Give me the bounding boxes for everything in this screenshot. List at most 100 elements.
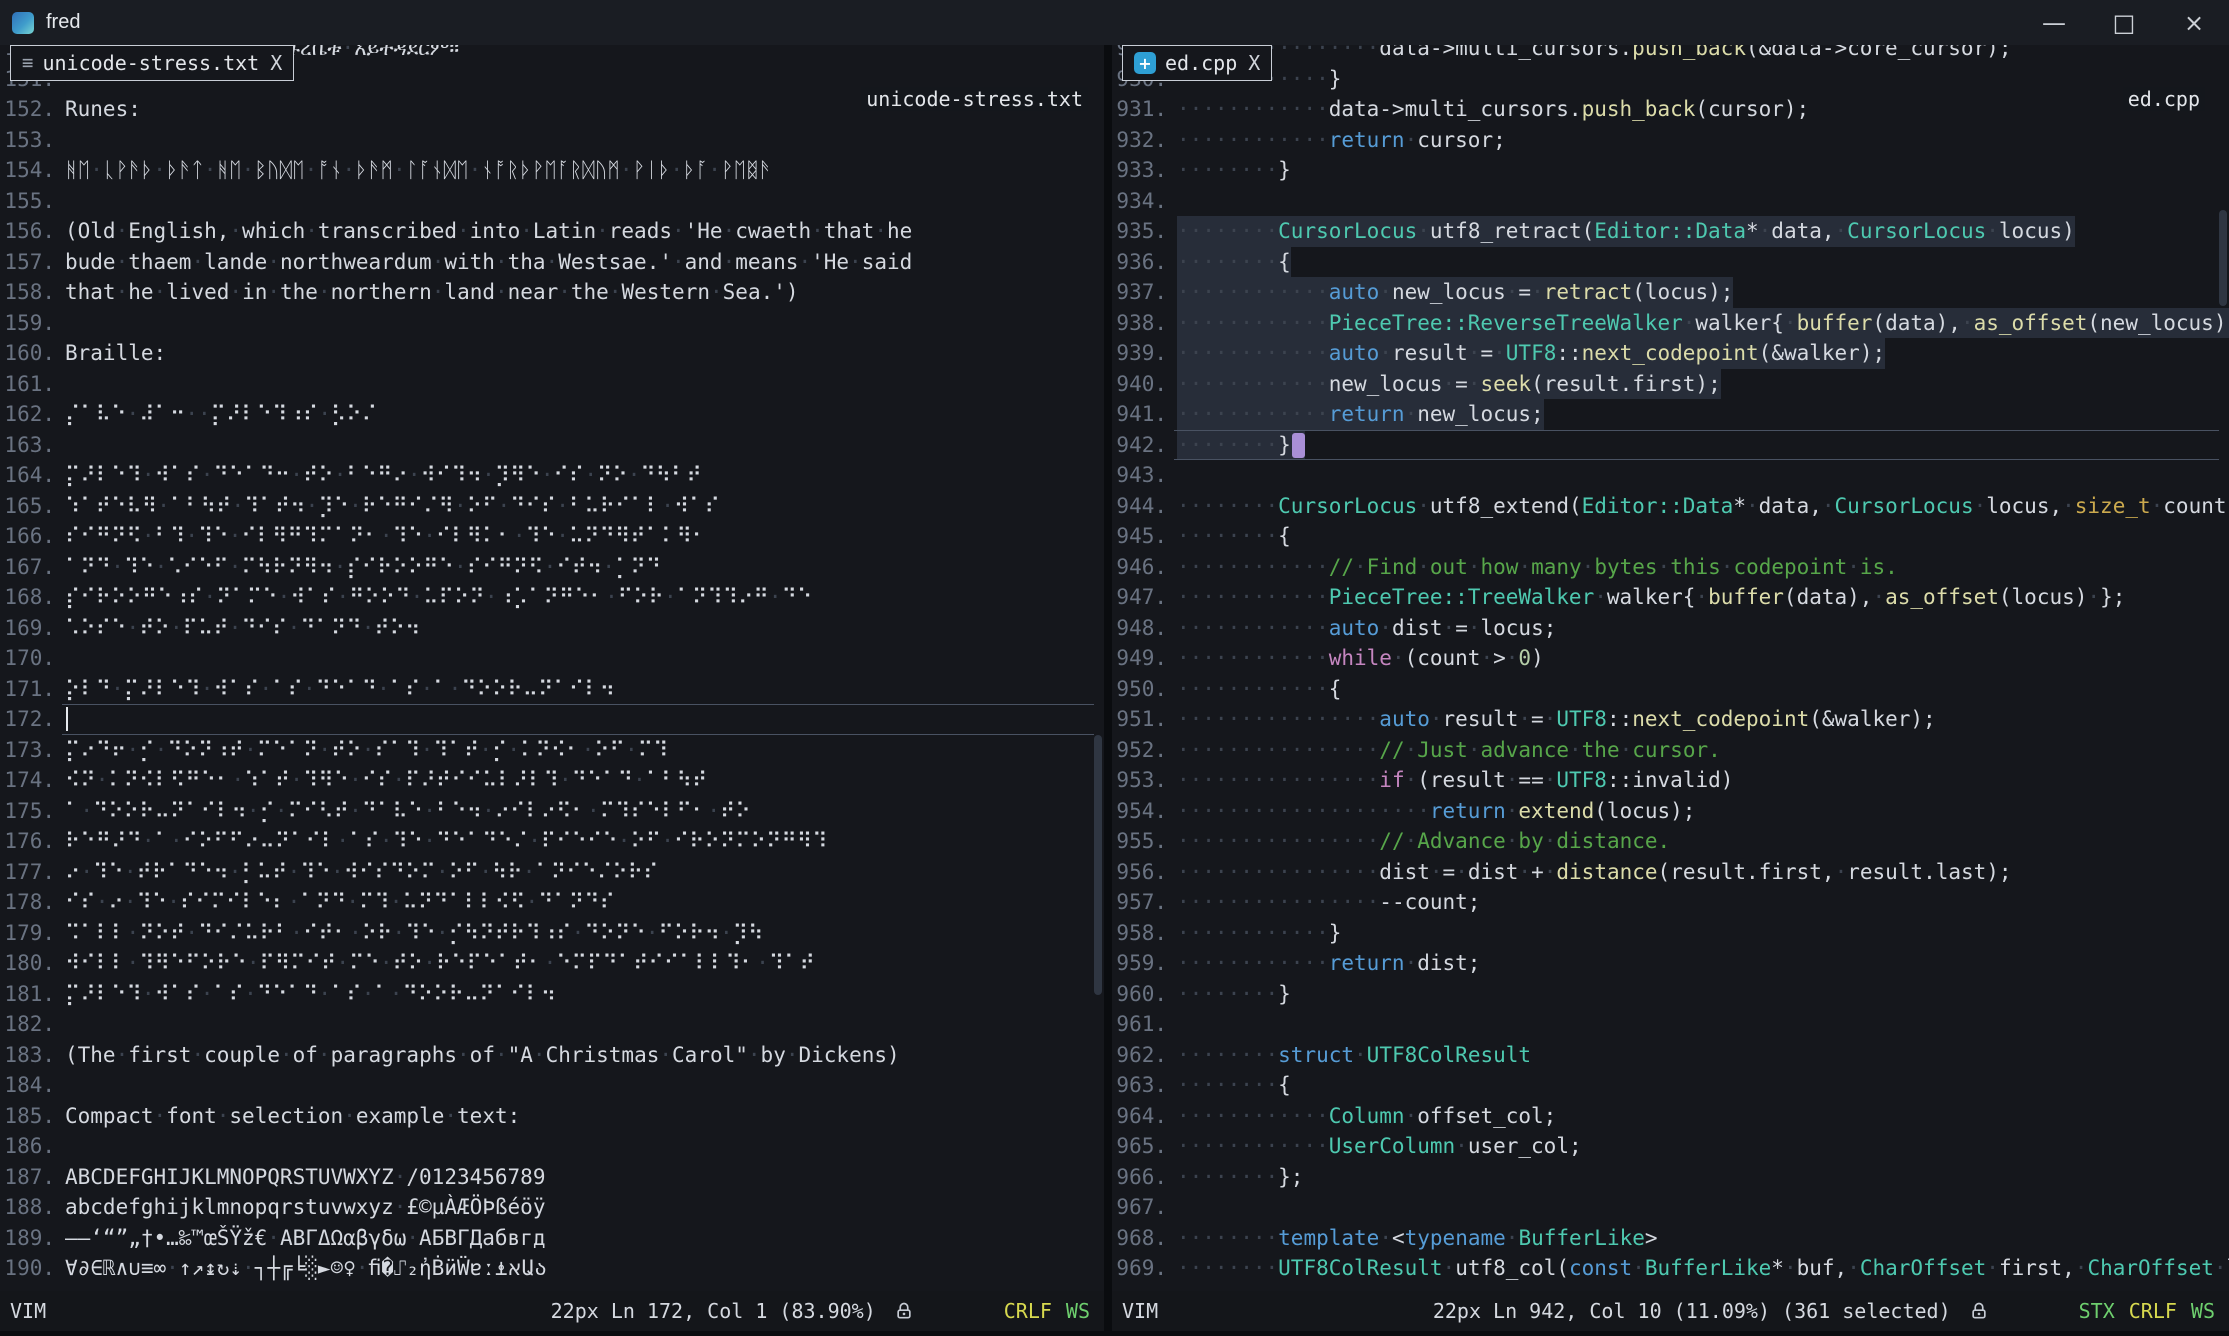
scrollbar-thumb[interactable] bbox=[1094, 735, 1102, 995]
code-line[interactable]: 966.········}; bbox=[1112, 1162, 2229, 1193]
scrollbar[interactable] bbox=[1092, 45, 1104, 1291]
tab-unicode-stress-txt[interactable]: ≡ unicode-stress.txt X bbox=[10, 45, 294, 81]
code-line[interactable]: 963.········{ bbox=[1112, 1070, 2229, 1101]
code-line[interactable]: 159. bbox=[0, 308, 1104, 339]
code-line[interactable]: 166.⠎⠊⠛⠝⠫·⠃⠹·⠹⠑·⠊⠇⠻⠛⠹⠍⠁⠝⠂·⠹⠑·⠊⠇⠻⠅⠂·⠹⠑·⠥⠝… bbox=[0, 521, 1104, 552]
code-line[interactable]: 931.············data->multi_cursors.push… bbox=[1112, 94, 2229, 125]
code-line[interactable]: 939.············auto·result·=·UTF8::next… bbox=[1112, 338, 2229, 369]
scrollbar-thumb[interactable] bbox=[2219, 210, 2227, 306]
code-line[interactable]: 962.········struct·UTF8ColResult bbox=[1112, 1040, 2229, 1071]
code-line[interactable]: 967. bbox=[1112, 1192, 2229, 1223]
code-line[interactable]: 182. bbox=[0, 1009, 1104, 1040]
code-line[interactable]: 940.············new_locus·=·seek(result.… bbox=[1112, 369, 2229, 400]
code-line[interactable]: 969.········UTF8ColResult·utf8_col(const… bbox=[1112, 1253, 2229, 1284]
code-line[interactable]: 955.················//·Advance·by·distan… bbox=[1112, 826, 2229, 857]
code-line[interactable]: 950.············{ bbox=[1112, 674, 2229, 705]
code-line[interactable]: 158.that·he·lived·in·the·northern·land·n… bbox=[0, 277, 1104, 308]
minimize-button[interactable]: — bbox=[2019, 0, 2089, 45]
code-line[interactable]: 957.················--count; bbox=[1112, 887, 2229, 918]
code-line[interactable]: 171.⡕⠇⠙·⡍⠜⠇⠑⠹·⠺⠁⠎·⠁⠎·⠙⠑⠁⠙·⠁⠎·⠁·⠙⠕⠕⠗⠤⠝⠁⠊⠇… bbox=[0, 674, 1104, 705]
code-line[interactable]: 951.················auto·result·=·UTF8::… bbox=[1112, 704, 2229, 735]
code-line[interactable]: 190.∀∂∈ℝ∧∪≡∞·↑↗↨↻⇣·┐┼╔╘░►☺♀·ﬁ�⑀₂ἠḂӥẄɐː⍎א… bbox=[0, 1253, 1104, 1284]
code-line[interactable]: 160.Braille: bbox=[0, 338, 1104, 369]
code-line[interactable]: 167.⠁⠝⠙·⠹⠑·⠡⠊⠑⠋·⠍⠳⠗⠝⠻⠲·⡎⠊⠗⠕⠕⠛⠑·⠎⠊⠛⠝⠫·⠊⠞⠲… bbox=[0, 552, 1104, 583]
code-line[interactable]: 155. bbox=[0, 186, 1104, 217]
code-line[interactable]: 960.········} bbox=[1112, 979, 2229, 1010]
code-line[interactable]: 944.········CursorLocus·utf8_extend(Edit… bbox=[1112, 491, 2229, 522]
pane-separator[interactable] bbox=[1104, 45, 1112, 1331]
code-line[interactable]: 153. bbox=[0, 125, 1104, 156]
code-line[interactable]: 154.ᚻᛖ·ᚳᚹᚫᚦ·ᚦᚫᛏ·ᚻᛖ·ᛒᚢᛞᛖ·ᚩᚾ·ᚦᚫᛗ·ᛚᚪᚾᛞᛖ·ᚾᚩᚱ… bbox=[0, 155, 1104, 186]
code-line[interactable]: 943. bbox=[1112, 460, 2229, 491]
code-line[interactable]: 184. bbox=[0, 1070, 1104, 1101]
code-line[interactable]: 946.············//·Find·out·how·many·byt… bbox=[1112, 552, 2229, 583]
code-line[interactable]: 953.················if·(result·==·UTF8::… bbox=[1112, 765, 2229, 796]
code-line[interactable]: 965.············UserColumn·user_col; bbox=[1112, 1131, 2229, 1162]
code-line[interactable]: 949.············while·(count·>·0) bbox=[1112, 643, 2229, 674]
code-line[interactable]: 178.⠊⠎·⠔·⠹⠑·⠎⠊⠍⠊⠇⠑⠆·⠁⠝⠙·⠍⠹·⠥⠝⠙⠁⠇⠇⠪⠫·⠙⠁⠝⠙… bbox=[0, 887, 1104, 918]
code-line[interactable]: 934. bbox=[1112, 186, 2229, 217]
code-line[interactable]: 169.⠡⠕⠎⠑·⠞⠕·⠏⠥⠞·⠙⠊⠎·⠙⠁⠝⠙·⠞⠕⠲ bbox=[0, 613, 1104, 644]
editor-viewport-right[interactable]: 929.················data->multi_cursors.… bbox=[1112, 45, 2229, 1291]
code-line[interactable]: 945.········{ bbox=[1112, 521, 2229, 552]
lock-icon[interactable] bbox=[894, 1301, 914, 1321]
code-line[interactable]: 163. bbox=[0, 430, 1104, 461]
code-line[interactable]: 185.Compact·font·selection·example·text: bbox=[0, 1101, 1104, 1132]
code-line[interactable]: 933.········} bbox=[1112, 155, 2229, 186]
code-line[interactable]: 959.············return·dist; bbox=[1112, 948, 2229, 979]
code-line[interactable]: 162.⡌⠁⠧⠑·⠼⠁⠒··⡍⠜⠇⠑⠹⠰⠎·⡣⠕⠌ bbox=[0, 399, 1104, 430]
line-number: 183. bbox=[0, 1040, 55, 1071]
code-line[interactable]: 941.············return·new_locus; bbox=[1112, 399, 2229, 430]
lock-icon[interactable] bbox=[1969, 1301, 1989, 1321]
tab-ed-cpp[interactable]: + ed.cpp X bbox=[1122, 45, 1272, 81]
code-line[interactable]: 183.(The·first·couple·of·paragraphs·of·"… bbox=[0, 1040, 1104, 1071]
code-line[interactable]: 181.⡍⠜⠇⠑⠹·⠺⠁⠎·⠁⠎·⠙⠑⠁⠙·⠁⠎·⠁·⠙⠕⠕⠗⠤⠝⠁⠊⠇⠲ bbox=[0, 979, 1104, 1010]
code-line[interactable]: 176.⠗⠑⠛⠜⠙·⠁·⠊⠕⠋⠋⠔⠤⠝⠁⠊⠇·⠁⠎·⠹⠑·⠙⠑⠁⠙⠑⠌·⠏⠊⠑⠊… bbox=[0, 826, 1104, 857]
code-line[interactable]: 935.········CursorLocus·utf8_retract(Edi… bbox=[1112, 216, 2229, 247]
code-line[interactable]: 952.················//·Just·advance·the·… bbox=[1112, 735, 2229, 766]
code-line[interactable]: 164.⡍⠜⠇⠑⠹·⠺⠁⠎·⠙⠑⠁⠙⠒·⠞⠕·⠃⠑⠛⠔·⠺⠊⠹⠲·⡹⠻⠑·⠊⠎·… bbox=[0, 460, 1104, 491]
code-line[interactable]: 179.⠩⠁⠇⠇·⠝⠕⠞·⠙⠊⠌⠥⠗⠃·⠊⠞⠂·⠕⠗·⠹⠑·⡊⠳⠝⠞⠗⠹⠰⠎·⠙… bbox=[0, 918, 1104, 949]
code-lines: 929.················data->multi_cursors.… bbox=[1112, 45, 2229, 1284]
code-line[interactable]: 964.············Column·offset_col; bbox=[1112, 1101, 2229, 1132]
code-line[interactable]: 929.················data->multi_cursors.… bbox=[1112, 45, 2229, 64]
code-line[interactable]: 174.⠪⠝·⠅⠝⠪⠇⠫⠛⠑⠂·⠱⠁⠞·⠹⠻⠑·⠊⠎·⠏⠜⠞⠊⠊⠥⠇⠜⠇⠹·⠙⠑… bbox=[0, 765, 1104, 796]
maximize-button[interactable]: □ bbox=[2089, 0, 2159, 45]
code-line[interactable]: 936.········{ bbox=[1112, 247, 2229, 278]
code-line[interactable]: 954.····················return·extend(lo… bbox=[1112, 796, 2229, 827]
code-line[interactable]: 930.············} bbox=[1112, 64, 2229, 95]
code-line[interactable]: 956.················dist·=·dist·+·distan… bbox=[1112, 857, 2229, 888]
tab-close-button[interactable]: X bbox=[1248, 51, 1260, 75]
code-line[interactable]: 168.⡎⠊⠗⠕⠕⠛⠑⠰⠎·⠝⠁⠍⠑·⠺⠁⠎·⠛⠕⠕⠙·⠥⠏⠕⠝·⠰⡡⠁⠝⠛⠑⠂… bbox=[0, 582, 1104, 613]
editor-viewport-left[interactable]: 150.ሰው·እንደቤቱ·እንጅ·እንደ·ጉረቤቱ·አይተዳደርም።151.15… bbox=[0, 45, 1104, 1291]
code-line[interactable]: 175.⠁·⠙⠕⠕⠗⠤⠝⠁⠊⠇⠲·⡊·⠍⠊⠣⠞·⠙⠁⠧⠑·⠃⠑⠲·⠔⠊⠇⠔⠫⠂·… bbox=[0, 796, 1104, 827]
code-line[interactable]: 165.⠱⠁⠞⠑⠧⠻·⠁⠃⠳⠞·⠹⠁⠞⠲·⡹⠑·⠗⠑⠛⠊⠌⠻·⠕⠋·⠙⠊⠎·⠃⠥… bbox=[0, 491, 1104, 522]
code-line[interactable]: 189.–—‘“”„†•…‰™œŠŸž€·ΑΒΓΔΩαβγδω·АБВГДабв… bbox=[0, 1223, 1104, 1254]
code-line[interactable]: 938.············PieceTree::ReverseTreeWa… bbox=[1112, 308, 2229, 339]
line-number: 184. bbox=[0, 1070, 55, 1101]
code-line[interactable]: 932.············return·cursor; bbox=[1112, 125, 2229, 156]
code-line[interactable]: 937.············auto·new_locus·=·retract… bbox=[1112, 277, 2229, 308]
code-line[interactable]: 948.············auto·dist·=·locus; bbox=[1112, 613, 2229, 644]
code-line[interactable]: 961. bbox=[1112, 1009, 2229, 1040]
code-line[interactable]: 188.abcdefghijklmnopqrstuvwxyz·£©µÀÆÖÞßé… bbox=[0, 1192, 1104, 1223]
code-line[interactable]: 157.bude·thaem·lande·northweardum·with·t… bbox=[0, 247, 1104, 278]
scrollbar[interactable] bbox=[2217, 45, 2229, 1291]
code-line[interactable]: 161. bbox=[0, 369, 1104, 400]
close-button[interactable]: × bbox=[2159, 0, 2229, 45]
code-line[interactable]: 180.⠺⠊⠇⠇·⠹⠻⠑⠋⠕⠗⠑·⠏⠻⠍⠊⠞·⠍⠑·⠞⠕·⠗⠑⠏⠑⠁⠞⠂·⠑⠍⠏… bbox=[0, 948, 1104, 979]
line-number: 944. bbox=[1112, 491, 1167, 522]
code-line[interactable]: 187.ABCDEFGHIJKLMNOPQRSTUVWXYZ·/01234567… bbox=[0, 1162, 1104, 1193]
code-line[interactable]: 156.(Old·English,·which·transcribed·into… bbox=[0, 216, 1104, 247]
code-line[interactable]: 170. bbox=[0, 643, 1104, 674]
code-line[interactable]: 942.········} bbox=[1112, 430, 2229, 461]
code-line[interactable]: 968.········template·<typename·BufferLik… bbox=[1112, 1223, 2229, 1254]
code-line[interactable]: 947.············PieceTree::TreeWalker·wa… bbox=[1112, 582, 2229, 613]
code-line[interactable]: 173.⡍⠔⠙⠖·⡊·⠙⠕⠝⠰⠞·⠍⠑⠁⠝·⠞⠕·⠎⠁⠹·⠹⠁⠞·⡊·⠅⠝⠪⠂·… bbox=[0, 735, 1104, 766]
line-number: 937. bbox=[1112, 277, 1167, 308]
code-line[interactable]: 186. bbox=[0, 1131, 1104, 1162]
code-line[interactable]: 177.⠔·⠹⠑·⠞⠗⠁⠙⠑⠲·⡃⠥⠞·⠹⠑·⠺⠊⠎⠙⠕⠍·⠕⠋·⠳⠗·⠁⠝⠊⠑… bbox=[0, 857, 1104, 888]
code-line[interactable]: 958.············} bbox=[1112, 918, 2229, 949]
code-line[interactable]: 172. bbox=[0, 704, 1104, 735]
tab-close-button[interactable]: X bbox=[270, 51, 282, 75]
